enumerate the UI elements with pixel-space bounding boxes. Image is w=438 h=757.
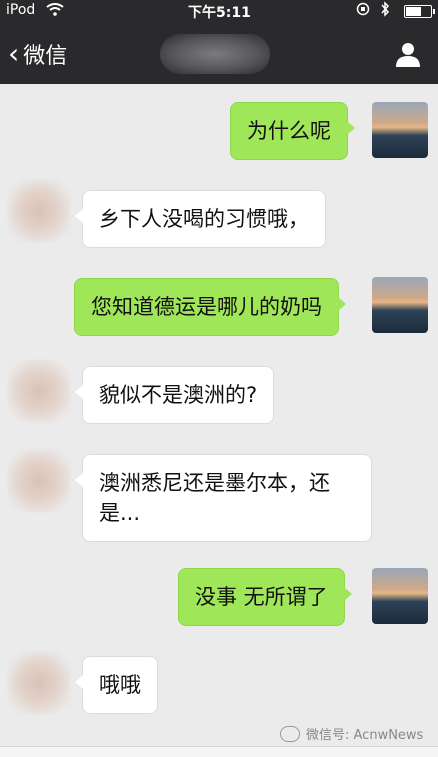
input-bar[interactable] — [0, 746, 438, 757]
message-bubble-received[interactable]: 哦哦 — [75, 656, 158, 714]
avatar-contact[interactable] — [8, 180, 70, 242]
status-time: 下午5:11 — [188, 5, 251, 21]
carrier-label: iPod — [6, 2, 36, 18]
back-button[interactable]: ‹ 微信 — [8, 38, 67, 70]
message-text: 为什么呢 — [247, 119, 331, 143]
wechat-icon — [280, 725, 300, 742]
message-text: 哦哦 — [99, 673, 141, 697]
message-text: 没事 无所谓了 — [195, 585, 328, 609]
avatar-contact[interactable] — [8, 360, 70, 422]
message-bubble-sent[interactable]: 为什么呢 — [230, 102, 355, 160]
watermark-text: 微信号: AcnwNews — [306, 728, 424, 743]
chevron-left-icon: ‹ — [8, 37, 20, 70]
avatar-self[interactable] — [372, 568, 428, 624]
message-bubble-received[interactable]: 乡下人没喝的习惯哦， — [75, 190, 326, 248]
message-bubble-received[interactable]: 澳洲悉尼还是墨尔本，还是... — [75, 454, 372, 542]
message-text: 澳洲悉尼还是墨尔本，还是... — [99, 471, 330, 525]
message-bubble-sent[interactable]: 没事 无所谓了 — [178, 568, 352, 626]
back-label: 微信 — [23, 44, 68, 69]
message-text: 貌似不是澳洲的? — [99, 383, 258, 407]
person-icon[interactable] — [394, 40, 422, 68]
message-text: 乡下人没喝的习惯哦， — [99, 207, 309, 231]
message-text: 您知道德运是哪儿的奶吗 — [91, 295, 322, 319]
message-bubble-received[interactable]: 貌似不是澳洲的? — [74, 366, 275, 424]
bluetooth-icon — [380, 1, 390, 21]
avatar-contact[interactable] — [8, 450, 70, 512]
avatar-contact[interactable] — [8, 652, 70, 714]
avatar-self[interactable] — [372, 277, 428, 333]
watermark: 微信号: AcnwNews — [280, 724, 423, 743]
rotation-lock-icon — [356, 2, 370, 20]
message-bubble-sent[interactable]: 您知道德运是哪儿的奶吗 — [74, 278, 346, 336]
chat-title-blurred — [160, 34, 270, 74]
avatar-self[interactable] — [372, 102, 428, 158]
status-bar: iPod 下午5:11 — [0, 0, 438, 22]
nav-bar: ‹ 微信 — [0, 22, 438, 84]
battery-icon — [404, 5, 435, 18]
wifi-icon — [46, 3, 64, 20]
